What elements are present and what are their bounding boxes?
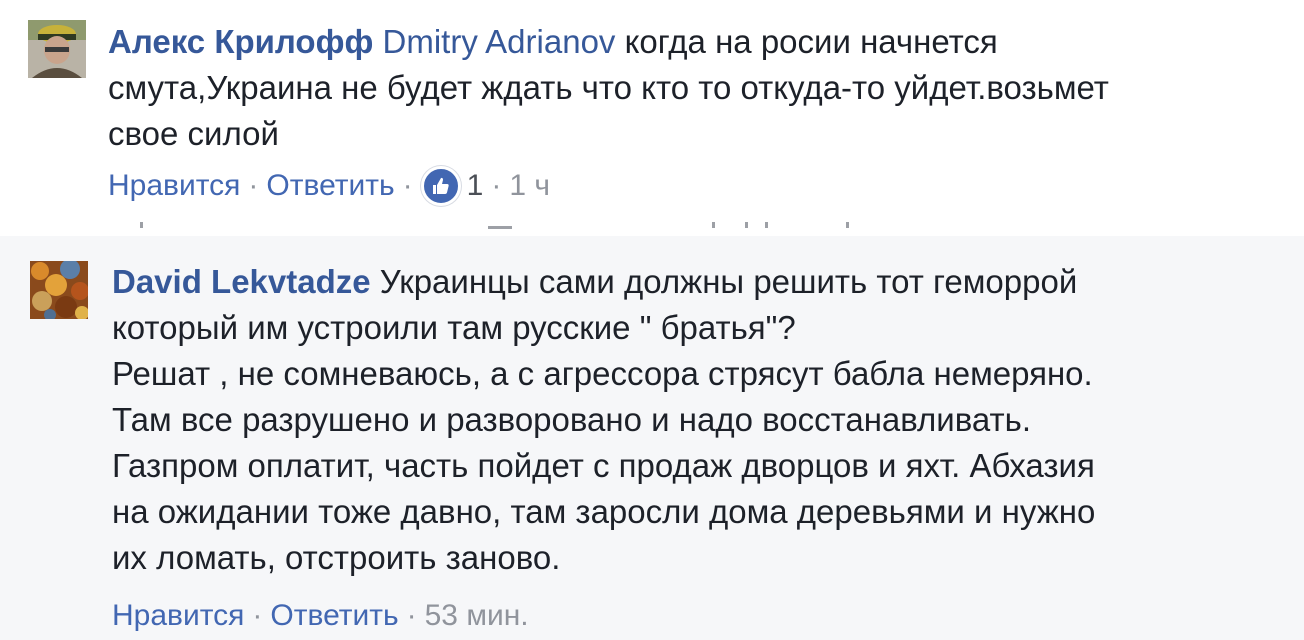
reactions-summary[interactable]: 1 bbox=[420, 166, 484, 206]
timestamp[interactable]: 53 мин. bbox=[425, 596, 529, 636]
like-button[interactable]: Нравится bbox=[108, 166, 240, 206]
cropped-text-fragment bbox=[0, 222, 1304, 232]
separator: · bbox=[402, 169, 413, 202]
avatar-photo-icon bbox=[28, 20, 86, 78]
comment-line: на ожидании тоже давно, там заросли дома… bbox=[112, 493, 1096, 530]
mention-link[interactable]: Dmitry Adrianov bbox=[383, 23, 616, 60]
separator: · bbox=[252, 599, 263, 632]
comment-author-link[interactable]: David Lekvtadze bbox=[112, 263, 371, 300]
timestamp[interactable]: 1 ч bbox=[509, 166, 550, 206]
comment-line: свое силой bbox=[108, 115, 279, 152]
thumbs-up-icon bbox=[420, 166, 461, 206]
reaction-count: 1 bbox=[466, 169, 484, 202]
comment-line: David Lekvtadze Украинцы сами должны реш… bbox=[112, 259, 1095, 305]
comment-line: Решат , не сомневаюсь, а с агрессора стр… bbox=[112, 355, 1093, 392]
comment-line: Газпром оплатит, часть пойдет с продаж д… bbox=[112, 447, 1095, 484]
reply-button[interactable]: Ответить bbox=[266, 166, 394, 206]
comment-line: который им устроили там русские " братья… bbox=[112, 309, 796, 346]
comment-actions: Нравится · Ответить · 53 мин. bbox=[112, 596, 529, 636]
comment-line: смута,Украина не будет ждать что кто то … bbox=[108, 69, 1109, 106]
avatar[interactable] bbox=[28, 20, 86, 78]
comment-actions: Нравится · Ответить · 1 · 1 ч bbox=[108, 166, 550, 206]
comment-line: их ломать, отстроить заново. bbox=[112, 539, 561, 576]
comment-text: когда на росии начнется bbox=[615, 23, 998, 60]
avatar-photo-icon bbox=[30, 261, 88, 319]
comment-body: Алекс Крилофф Dmitry Adrianov когда на р… bbox=[108, 19, 1109, 157]
avatar[interactable] bbox=[30, 261, 88, 319]
separator: · bbox=[491, 169, 502, 202]
reply-button[interactable]: Ответить bbox=[270, 596, 398, 636]
separator: · bbox=[248, 169, 259, 202]
comment-line: Там все разрушено и разворовано и надо в… bbox=[112, 401, 1032, 438]
comment-text: Украинцы сами должны решить тот геморрой bbox=[370, 263, 1078, 300]
comment-line: Алекс Крилофф Dmitry Adrianov когда на р… bbox=[108, 19, 1109, 65]
comment-body: David Lekvtadze Украинцы сами должны реш… bbox=[112, 259, 1095, 581]
like-button[interactable]: Нравится bbox=[112, 596, 244, 636]
comment-author-link[interactable]: Алекс Крилофф bbox=[108, 23, 373, 60]
separator: · bbox=[406, 599, 417, 632]
